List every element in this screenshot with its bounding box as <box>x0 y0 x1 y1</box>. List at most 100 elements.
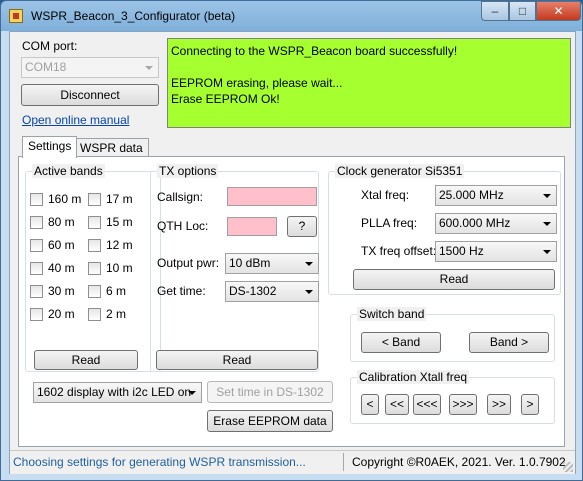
callsign-input[interactable] <box>227 187 317 206</box>
settings-panel: Active bands 160 m 17 m 80 m 15 m 60 m 12 m 40… <box>18 156 565 447</box>
band-label: 15 m <box>106 215 133 229</box>
chevron-down-icon <box>305 290 313 294</box>
calibration-step-button[interactable]: > <box>521 394 539 415</box>
band-checkbox[interactable] <box>88 239 101 252</box>
log-output: Connecting to the WSPR_Beacon board succ… <box>167 38 571 128</box>
tx-offset-label: TX freq offset: <box>361 244 437 258</box>
active-bands-title: Active bands <box>32 164 105 178</box>
window-title: WSPR_Beacon_3_Configurator (beta) <box>31 9 236 23</box>
calibration-group: Calibration Xtall freq < << <<< >>> >> > <box>350 370 555 424</box>
tx-offset-value: 1500 Hz <box>439 244 484 258</box>
tx-options-title: TX options <box>157 164 219 178</box>
chevron-down-icon <box>188 391 196 395</box>
band-label: 80 m <box>48 215 75 229</box>
log-line: Connecting to the WSPR_Beacon board succ… <box>171 44 458 58</box>
clock-generator-title: Clock generator Si5351 <box>335 164 465 178</box>
band-label: 60 m <box>48 238 75 252</box>
app-window: WSPR_Beacon_3_Configurator (beta) ‒ □ ✕ … <box>0 0 583 481</box>
chevron-down-icon <box>305 262 313 266</box>
disconnect-button[interactable]: Disconnect <box>21 84 159 106</box>
callsign-label: Callsign: <box>157 190 204 204</box>
band-checkbox[interactable] <box>88 216 101 229</box>
get-time-value: DS-1302 <box>229 284 277 298</box>
chevron-down-icon <box>543 250 551 254</box>
switch-band-group: Switch band < Band Band > <box>350 307 555 362</box>
log-line: Erase EEPROM Ok! <box>171 92 280 106</box>
get-time-select[interactable]: DS-1302 <box>225 281 319 302</box>
band-label: 40 m <box>48 261 75 275</box>
tab-settings[interactable]: Settings <box>22 136 78 158</box>
band-checkbox[interactable] <box>88 285 101 298</box>
bands-read-button[interactable]: Read <box>34 350 138 370</box>
plla-label: PLLA freq: <box>361 216 418 230</box>
qth-help-button[interactable]: ? <box>287 216 317 237</box>
band-label: 10 m <box>106 261 133 275</box>
active-bands-group: Active bands 160 m 17 m 80 m 15 m 60 m 12 m 40… <box>25 164 161 372</box>
output-pwr-label: Output pwr: <box>157 256 220 270</box>
clock-generator-group: Clock generator Si5351 Xtal freq: 25.000… <box>328 164 561 295</box>
tx-read-button[interactable]: Read <box>156 350 318 370</box>
com-port-value: COM18 <box>25 60 67 74</box>
chevron-down-icon <box>543 194 551 198</box>
resize-grip[interactable] <box>563 462 573 472</box>
output-pwr-value: 10 dBm <box>229 256 271 270</box>
prev-band-button[interactable]: < Band <box>361 332 441 353</box>
band-checkbox[interactable] <box>30 193 43 206</box>
tx-offset-select[interactable]: 1500 Hz <box>435 241 557 262</box>
title-bar[interactable]: WSPR_Beacon_3_Configurator (beta) ‒ □ ✕ <box>1 1 582 31</box>
clock-read-button[interactable]: Read <box>353 269 555 290</box>
client-area: COM port: COM18 Disconnect Open online m… <box>9 31 576 474</box>
plla-select[interactable]: 600.000 MHz <box>435 213 557 234</box>
copyright-text: Copyright ©R0AEK, 2021. Ver. 1.0.7902 <box>352 455 566 469</box>
online-manual-link[interactable]: Open online manual <box>22 113 129 127</box>
close-button[interactable]: ✕ <box>536 1 581 21</box>
band-checkbox[interactable] <box>30 239 43 252</box>
band-checkbox[interactable] <box>88 308 101 321</box>
status-bar: Choosing settings for generating WSPR tr… <box>10 450 575 474</box>
app-icon <box>9 9 23 23</box>
band-checkbox[interactable] <box>88 193 101 206</box>
band-checkbox[interactable] <box>30 308 43 321</box>
plla-value: 600.000 MHz <box>439 216 511 230</box>
xtal-select[interactable]: 25.000 MHz <box>435 185 557 206</box>
com-port-select: COM18 <box>21 57 159 78</box>
set-time-button: Set time in DS-1302 <box>207 381 333 403</box>
qth-input[interactable] <box>227 217 277 236</box>
log-line: EEPROM erasing, please wait... <box>171 76 343 90</box>
band-label: 17 m <box>106 192 133 206</box>
maximize-button[interactable]: □ <box>509 1 536 21</box>
calibration-step-button[interactable]: < <box>361 394 379 415</box>
output-pwr-select[interactable]: 10 dBm <box>225 253 319 274</box>
status-divider <box>343 453 344 471</box>
calibration-title: Calibration Xtall freq <box>357 370 470 384</box>
chevron-down-icon <box>145 66 153 70</box>
minimize-button[interactable]: ‒ <box>481 1 509 21</box>
calibration-step-button[interactable]: <<< <box>413 394 441 415</box>
get-time-label: Get time: <box>157 284 206 298</box>
calibration-step-button[interactable]: >>> <box>449 394 477 415</box>
chevron-down-icon <box>543 222 551 226</box>
tab-wspr-data[interactable]: WSPR data <box>74 138 149 158</box>
switch-band-title: Switch band <box>357 307 427 321</box>
erase-eeprom-button[interactable]: Erase EEPROM data <box>207 410 333 432</box>
band-label: 30 m <box>48 284 75 298</box>
xtal-value: 25.000 MHz <box>439 188 504 202</box>
band-checkbox[interactable] <box>30 262 43 275</box>
band-checkbox[interactable] <box>88 262 101 275</box>
calibration-step-button[interactable]: >> <box>487 394 511 415</box>
xtal-label: Xtal freq: <box>361 188 410 202</box>
next-band-button[interactable]: Band > <box>469 332 549 353</box>
band-label: 12 m <box>106 238 133 252</box>
band-checkbox[interactable] <box>30 285 43 298</box>
calibration-step-button[interactable]: << <box>385 394 409 415</box>
qth-label: QTH Loc: <box>157 219 209 233</box>
display-select[interactable]: 1602 display with i2c LED on <box>33 382 202 403</box>
tx-options-group: TX options Callsign: QTH Loc: ? Output p… <box>150 164 319 372</box>
display-value: 1602 display with i2c LED on <box>37 385 192 399</box>
band-label: 2 m <box>106 307 127 321</box>
band-checkbox[interactable] <box>30 216 43 229</box>
band-label: 160 m <box>48 192 82 206</box>
com-port-label: COM port: <box>22 39 78 53</box>
band-label: 6 m <box>106 284 127 298</box>
